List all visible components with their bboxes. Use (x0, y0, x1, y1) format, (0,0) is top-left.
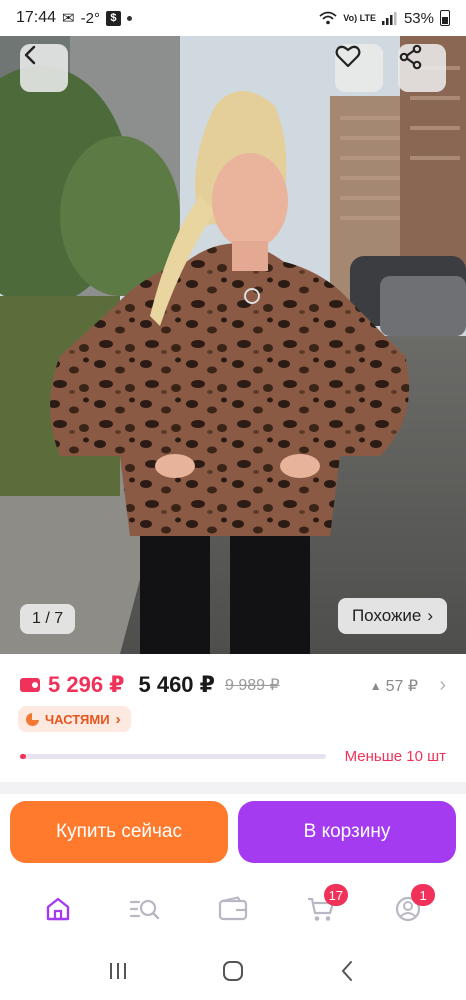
share-button[interactable] (398, 44, 446, 92)
nav-profile[interactable]: 1 (383, 884, 436, 934)
home-circle-icon (222, 961, 243, 981)
stock-status: Меньше 10 шт (344, 748, 446, 765)
photo-counter-current: 1 (32, 610, 41, 627)
mail-icon: ✉ (62, 10, 75, 27)
nav-wallet[interactable] (208, 884, 258, 934)
nav-cart[interactable]: 17 (296, 884, 349, 934)
photo-counter: 1 / 7 (20, 604, 76, 634)
bonus-points[interactable]: ▲ 57 ₽ (370, 676, 418, 696)
stock-progress-fill (20, 754, 26, 759)
nav-home[interactable] (33, 884, 83, 934)
product-photo (0, 36, 466, 654)
battery-percent: 53% (403, 9, 434, 27)
back-system-button[interactable] (328, 951, 368, 991)
chevron-left-icon (24, 45, 36, 65)
old-price: 9 989 ₽ (224, 677, 280, 694)
wallet-price: 5 296 ₽ (48, 672, 125, 697)
status-bar: 17:44 ✉ -2° $ Vo) LTE 53% (0, 0, 466, 36)
add-to-cart-button[interactable]: В корзину (238, 801, 456, 863)
signal-icon (381, 12, 397, 25)
photo-counter-separator: / (40, 610, 55, 627)
wifi-icon (319, 11, 337, 25)
favorite-button[interactable] (335, 44, 383, 92)
home-icon (46, 897, 69, 921)
bonus-value: 57 ₽ (385, 678, 418, 695)
more-notifications-icon (126, 15, 132, 21)
arrow-up-icon: ▲ (369, 679, 382, 693)
profile-notification-badge: 1 (411, 884, 436, 906)
back-chevron-icon (341, 961, 353, 981)
cart-count-badge: 17 (323, 884, 349, 906)
status-bar-left: 17:44 ✉ -2° $ (16, 9, 132, 27)
wallet-card-icon (20, 678, 40, 692)
pie-chart-icon (26, 712, 39, 726)
chevron-right-icon: › (115, 710, 121, 728)
price-section: 5 296 ₽ 5 460 ₽ 9 989 ₽ ▲ 57 ₽ › ЧАСТЯМИ… (0, 654, 466, 782)
photo-counter-total: 7 (54, 610, 64, 627)
similar-products-button[interactable]: Похожие › (337, 598, 447, 634)
installments-badge[interactable]: ЧАСТЯМИ › (18, 706, 131, 732)
status-bar-right: Vo) LTE 53% (319, 10, 450, 27)
nav-catalog[interactable] (120, 884, 170, 934)
heart-icon (335, 45, 361, 68)
app-notification-icon: $ (105, 10, 121, 26)
chevron-right-icon: › (427, 606, 433, 625)
status-time: 17:44 (16, 9, 57, 26)
system-navigation-bar (0, 942, 466, 1000)
share-icon (399, 44, 422, 70)
chevron-right-icon[interactable]: › (439, 674, 446, 697)
battery-icon (440, 10, 450, 26)
search-list-icon (130, 899, 160, 920)
bottom-navigation: 17 1 (0, 876, 466, 942)
stock-progress-bar (20, 754, 326, 759)
home-system-button[interactable] (213, 951, 253, 991)
current-price: 5 460 ₽ (138, 672, 215, 697)
buy-now-button[interactable]: Купить сейчас (10, 801, 228, 863)
section-divider (0, 782, 466, 794)
installments-label: ЧАСТЯМИ (45, 711, 110, 727)
status-temperature: -2° (80, 9, 100, 27)
price-row: 5 296 ₽ 5 460 ₽ 9 989 ₽ ▲ 57 ₽ › (20, 670, 446, 700)
back-button[interactable] (20, 44, 68, 92)
similar-label: Похожие (351, 606, 422, 625)
recent-apps-button[interactable] (98, 951, 138, 991)
network-type: Vo) LTE (343, 12, 376, 23)
wallet-icon (218, 896, 248, 921)
recent-apps-icon (109, 963, 126, 979)
product-photo-gallery[interactable]: 1 / 7 Похожие › (0, 36, 466, 654)
